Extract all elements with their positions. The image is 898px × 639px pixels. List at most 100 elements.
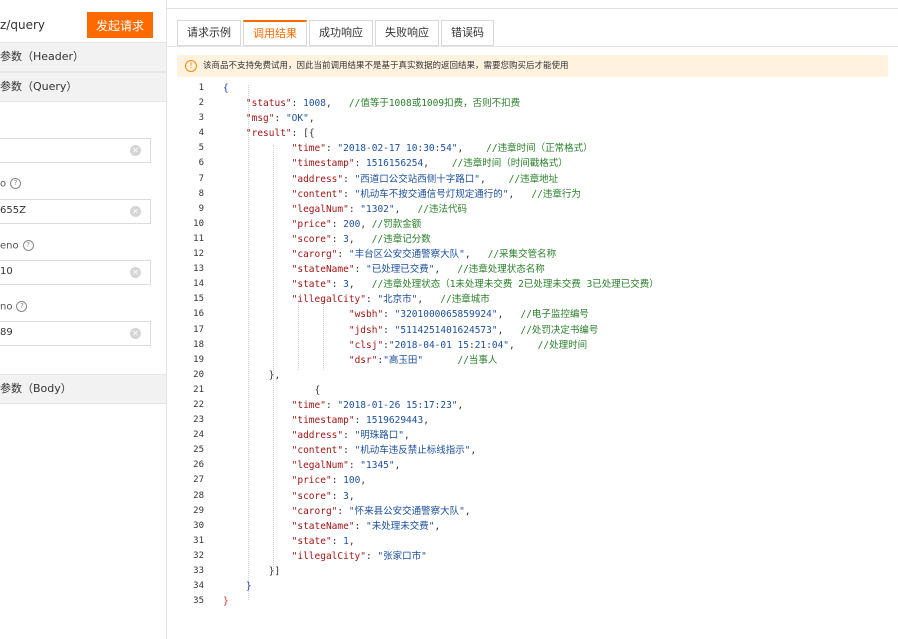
line-number: 8 bbox=[198, 188, 204, 199]
code-token: "3201000065859924" bbox=[394, 309, 498, 321]
code-token: : bbox=[348, 460, 361, 472]
query-field-3-label-text: eno bbox=[0, 240, 19, 252]
line-number: 33 bbox=[193, 566, 204, 576]
tab-error-codes[interactable]: 错误码 bbox=[441, 20, 494, 46]
code-line: 32 "illegalCity": "张家口市" bbox=[167, 549, 898, 564]
code-token: , bbox=[509, 339, 538, 351]
code-token: "content" bbox=[291, 445, 344, 457]
code-text: "legalNum": "1345", bbox=[223, 458, 401, 473]
code-token: //违章处理状态（1未处理未交费 2已处理未交费 3已处理已交费） bbox=[371, 279, 659, 291]
code-line: 4 "result": [{ bbox=[167, 126, 898, 141]
query-field-3[interactable]: 10 ✕ bbox=[0, 260, 151, 285]
send-request-button[interactable]: 发起请求 bbox=[87, 12, 153, 38]
clear-icon[interactable]: ✕ bbox=[130, 328, 141, 339]
tab-failure-response[interactable]: 失败响应 bbox=[375, 20, 439, 46]
code-token: "丰台区公安交通警察大队" bbox=[348, 249, 465, 261]
query-params-section[interactable]: 参数（Query） bbox=[0, 72, 166, 102]
code-token: //违章时间（正常格式） bbox=[486, 143, 593, 155]
code-token: //违章地址 bbox=[508, 173, 559, 185]
code-token: //违章城市 bbox=[440, 294, 490, 306]
code-token: //违章记分数 bbox=[371, 233, 431, 245]
code-token: : bbox=[366, 550, 378, 562]
code-token: , bbox=[480, 173, 509, 185]
code-token: //值等于1008或1009扣费，否则不扣费 bbox=[348, 98, 521, 110]
tab-success-response[interactable]: 成功响应 bbox=[309, 20, 373, 46]
json-response-viewer[interactable]: 1{2 "status": 1008, //值等于1008或1009扣费，否则不… bbox=[167, 81, 898, 609]
code-text: "clsj":"2018-04-01 15:21:04", //处理时间 bbox=[223, 338, 587, 353]
code-token: //电子监控编号 bbox=[520, 309, 589, 321]
clear-icon[interactable]: ✕ bbox=[130, 145, 141, 156]
code-token: //罚款金额 bbox=[371, 218, 422, 230]
line-number: 6 bbox=[198, 158, 204, 169]
code-token: "time" bbox=[291, 143, 326, 155]
code-token: "2018-02-17 10:30:54" bbox=[337, 143, 458, 155]
code-token: "机动车不按交通信号灯规定通行的" bbox=[354, 188, 509, 200]
code-token: //处罚决定书编号 bbox=[520, 324, 599, 336]
line-number: 13 bbox=[193, 264, 204, 275]
code-token: "张家口市" bbox=[377, 550, 427, 562]
tab-request-example[interactable]: 请求示例 bbox=[177, 20, 241, 46]
code-token: "已处理已交费" bbox=[366, 264, 435, 276]
help-icon[interactable]: ? bbox=[10, 178, 22, 189]
line-number: 12 bbox=[193, 249, 204, 260]
code-line: 18 "clsj":"2018-04-01 15:21:04", //处理时间 bbox=[167, 338, 898, 353]
code-line: 27 "price": 100, bbox=[167, 473, 898, 488]
code-line: 9 "legalNum": "1302", //违法代码 bbox=[167, 202, 898, 217]
code-text: "content": "机动车不按交通信号灯规定通行的", //违章行为 bbox=[223, 187, 581, 202]
clear-icon[interactable]: ✕ bbox=[130, 267, 141, 278]
line-number: 3 bbox=[198, 113, 204, 124]
code-text: "score": 3, bbox=[223, 489, 355, 504]
code-token: : bbox=[325, 399, 338, 411]
code-token: : bbox=[337, 249, 349, 261]
code-token: "stateName" bbox=[291, 520, 355, 532]
line-number: 28 bbox=[193, 490, 204, 501]
line-number: 18 bbox=[193, 339, 204, 350]
code-text: "content": "机动车违反禁止标线指示", bbox=[223, 443, 477, 458]
code-token: { bbox=[223, 384, 321, 396]
query-field-3-value: 10 bbox=[0, 266, 13, 277]
query-field-2-label: o? bbox=[0, 178, 22, 190]
code-token: : bbox=[354, 520, 367, 532]
code-token: "clsj" bbox=[348, 339, 384, 351]
code-line: 24 "address": "明珠路口", bbox=[167, 428, 898, 443]
header-params-section[interactable]: 参数（Header） bbox=[0, 42, 166, 72]
tab-call-result[interactable]: 调用结果 bbox=[243, 20, 307, 46]
line-number: 31 bbox=[193, 535, 204, 546]
line-number: 16 bbox=[193, 309, 204, 320]
code-token: "未处理未交费" bbox=[366, 520, 435, 532]
query-field-4[interactable]: 89 ✕ bbox=[0, 321, 151, 346]
code-line: 5 "time": "2018-02-17 10:30:54", //违章时间（… bbox=[167, 141, 898, 156]
code-token: "legalNum" bbox=[291, 203, 349, 215]
query-field-2[interactable]: 655Z ✕ bbox=[0, 199, 151, 224]
code-text: "address": "西道口公交站西侧十字路口", //违章地址 bbox=[223, 172, 558, 187]
query-field-2-value: 655Z bbox=[0, 205, 26, 216]
query-field-4-label: no? bbox=[0, 301, 28, 313]
request-url: z/query bbox=[0, 18, 45, 32]
code-text: "carorg": "丰台区公安交通警察大队", //采集交管名称 bbox=[223, 247, 557, 262]
line-number: 2 bbox=[198, 98, 204, 109]
line-number: 19 bbox=[193, 354, 204, 365]
query-field-2-label-text: o bbox=[0, 178, 7, 190]
code-token: : bbox=[331, 475, 344, 487]
help-icon[interactable]: ? bbox=[22, 240, 34, 251]
line-number: 9 bbox=[198, 203, 204, 214]
help-icon[interactable]: ? bbox=[16, 301, 28, 312]
code-text: "dsr":"高玉田" //当事人 bbox=[223, 353, 498, 368]
query-field-1[interactable]: ✕ bbox=[0, 138, 151, 163]
code-line: 16 "wsbh": "3201000065859924", //电子监控编号 bbox=[167, 307, 898, 322]
body-params-section[interactable]: 参数（Body） bbox=[0, 374, 166, 404]
code-token: "price" bbox=[291, 218, 332, 230]
code-token: 200 bbox=[343, 218, 361, 230]
code-token: , bbox=[360, 218, 372, 230]
clear-icon[interactable]: ✕ bbox=[130, 206, 141, 217]
line-number: 35 bbox=[193, 596, 204, 607]
divider bbox=[167, 8, 898, 9]
